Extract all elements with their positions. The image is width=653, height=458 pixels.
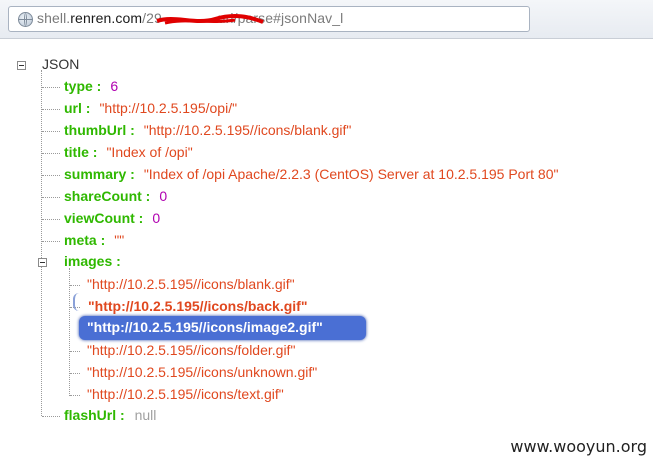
tree-branch-line bbox=[70, 285, 80, 286]
tree-branch-line bbox=[42, 109, 60, 110]
selected-image-item[interactable]: "http://10.2.5.195//icons/image2.gif" bbox=[79, 316, 366, 340]
selection-bracket bbox=[73, 293, 81, 311]
tree-branch-line bbox=[70, 351, 80, 352]
tree-branch-line bbox=[42, 131, 60, 132]
tree-branch-line bbox=[42, 416, 60, 417]
field-value: 6 bbox=[110, 78, 119, 94]
field-value: 0 bbox=[159, 188, 168, 204]
tree-field-row[interactable]: title : "Index of /opi" bbox=[64, 144, 193, 160]
tree-guide-line bbox=[41, 70, 42, 416]
tree-field-row[interactable]: shareCount : 0 bbox=[64, 188, 167, 204]
field-key: type : bbox=[64, 78, 102, 94]
tree-field-row[interactable]: thumbUrl : "http://10.2.5.195//icons/blan… bbox=[64, 122, 351, 138]
field-key: url : bbox=[64, 100, 91, 116]
field-key: thumbUrl : bbox=[64, 122, 135, 138]
url-field[interactable]: shell.renren.com/29 url/parse#jsonNav_l bbox=[8, 6, 530, 32]
field-key: flashUrl : bbox=[64, 407, 125, 423]
watermark: www.wooyun.org bbox=[510, 437, 647, 456]
tree-branch-line bbox=[42, 241, 60, 242]
field-value: "Index of /opi Apache/2.2.3 (CentOS) Ser… bbox=[143, 166, 559, 182]
field-flashUrl[interactable]: flashUrl : null bbox=[64, 407, 156, 423]
images-key[interactable]: images : bbox=[64, 253, 121, 269]
field-key: title : bbox=[64, 144, 98, 160]
image-list-item[interactable]: "http://10.2.5.195//icons/unknown.gif" bbox=[87, 364, 317, 380]
field-key: meta : bbox=[64, 232, 106, 248]
tree-field-row[interactable]: url : "http://10.2.5.195/opi/" bbox=[64, 100, 237, 116]
tree-branch-line bbox=[70, 373, 80, 374]
tree-field-row[interactable]: type : 6 bbox=[64, 78, 118, 94]
collapse-toggle-icon[interactable] bbox=[38, 258, 47, 267]
image-list-item[interactable]: "http://10.2.5.195//icons/blank.gif" bbox=[87, 276, 295, 292]
field-value: "Index of /opi" bbox=[106, 144, 193, 160]
field-value: "" bbox=[114, 232, 125, 248]
field-value: "http://10.2.5.195/opi/" bbox=[99, 100, 238, 116]
tree-branch-line bbox=[42, 153, 60, 154]
tree-branch-line bbox=[42, 219, 60, 220]
tree-field-row[interactable]: viewCount : 0 bbox=[64, 210, 160, 226]
selected-image-value: "http://10.2.5.195//icons/image2.gif" bbox=[87, 319, 323, 335]
field-value: "http://10.2.5.195//icons/blank.gif" bbox=[143, 122, 352, 138]
tree-branch-line bbox=[42, 87, 60, 88]
field-key: summary : bbox=[64, 166, 135, 182]
tree-root-label[interactable]: JSON bbox=[42, 56, 79, 72]
field-value: null bbox=[134, 407, 157, 423]
field-value: 0 bbox=[152, 210, 161, 226]
tree-field-row[interactable]: meta : "" bbox=[64, 232, 124, 248]
tree-branch-line bbox=[42, 197, 60, 198]
field-key: viewCount : bbox=[64, 210, 144, 226]
tree-guide-line bbox=[69, 268, 70, 396]
image-list-item[interactable]: "http://10.2.5.195//icons/folder.gif" bbox=[87, 342, 295, 358]
address-bar: shell.renren.com/29 url/parse#jsonNav_l bbox=[0, 0, 653, 39]
image-list-item[interactable]: "http://10.2.5.195//icons/text.gif" bbox=[87, 386, 284, 402]
tree-branch-line bbox=[70, 395, 80, 396]
globe-icon bbox=[18, 12, 33, 27]
tree-branch-line bbox=[42, 175, 60, 176]
image-list-item[interactable]: "http://10.2.5.195//icons/back.gif" bbox=[88, 298, 307, 314]
tree-field-row[interactable]: summary : "Index of /opi Apache/2.2.3 (Ce… bbox=[64, 166, 558, 182]
collapse-toggle-icon[interactable] bbox=[17, 61, 26, 70]
field-key: shareCount : bbox=[64, 188, 151, 204]
redaction-scribble bbox=[156, 13, 264, 25]
